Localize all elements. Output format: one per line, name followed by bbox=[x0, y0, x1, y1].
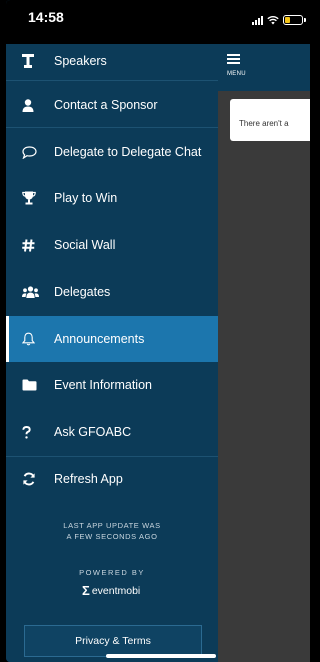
battery-icon bbox=[283, 15, 306, 25]
menu-divider bbox=[6, 80, 218, 81]
chat-bubble-icon bbox=[22, 144, 46, 160]
sidebar-item-label: Delegates bbox=[54, 285, 111, 299]
speaker-podium-icon bbox=[22, 53, 46, 69]
person-icon bbox=[22, 97, 46, 113]
sidebar-item-announcements[interactable]: Announcements bbox=[6, 316, 218, 362]
status-icons bbox=[252, 13, 306, 25]
top-bar: MENU bbox=[218, 44, 310, 91]
menu-label: MENU bbox=[227, 71, 246, 77]
hashtag-icon bbox=[22, 237, 46, 253]
sidebar-item-delegate-chat[interactable]: Delegate to Delegate Chat bbox=[6, 129, 218, 175]
side-menu: Speakers Contact a Sponsor Delegate to D… bbox=[6, 44, 218, 662]
sidebar-item-label: Speakers bbox=[54, 54, 107, 68]
sigma-icon: Σ bbox=[82, 583, 90, 598]
group-icon bbox=[22, 284, 46, 300]
status-time: 14:58 bbox=[28, 9, 64, 25]
sidebar-item-contact-sponsor[interactable]: Contact a Sponsor bbox=[6, 82, 218, 128]
refresh-icon bbox=[22, 471, 46, 487]
cellular-signal-icon bbox=[252, 15, 263, 25]
sidebar-item-play-to-win[interactable]: Play to Win bbox=[6, 175, 218, 221]
brand-name: eventmobi bbox=[91, 584, 141, 597]
sidebar-item-speakers[interactable]: Speakers bbox=[6, 38, 218, 84]
trophy-icon bbox=[22, 190, 46, 206]
menu-button[interactable]: MENU bbox=[227, 52, 257, 84]
sidebar-item-social-wall[interactable]: Social Wall bbox=[6, 222, 218, 268]
sidebar-item-refresh-app[interactable]: Refresh App bbox=[6, 456, 218, 502]
bell-icon bbox=[22, 331, 46, 347]
sidebar-item-label: Contact a Sponsor bbox=[54, 98, 158, 112]
sidebar-item-label: Social Wall bbox=[54, 238, 116, 252]
sidebar-item-delegates[interactable]: Delegates bbox=[6, 269, 218, 315]
hamburger-icon bbox=[227, 54, 240, 64]
sidebar-item-label: Ask GFOABC bbox=[54, 425, 132, 439]
question-icon bbox=[22, 424, 46, 440]
sidebar-item-ask-gfoabc[interactable]: Ask GFOABC bbox=[6, 409, 218, 455]
wifi-icon bbox=[267, 15, 279, 25]
powered-by-label: POWERED BY bbox=[79, 568, 145, 577]
last-update-text: LAST APP UPDATE WAS A FEW SECONDS AGO bbox=[63, 521, 161, 541]
sidebar-item-label: Announcements bbox=[54, 332, 145, 346]
empty-state-message: There aren't a bbox=[239, 119, 289, 128]
sidebar-item-label: Play to Win bbox=[54, 191, 118, 205]
sidebar-item-label: Delegate to Delegate Chat bbox=[54, 145, 202, 159]
sidebar-item-event-information[interactable]: Event Information bbox=[6, 362, 218, 408]
empty-state-card: There aren't a bbox=[230, 99, 310, 141]
privacy-terms-button[interactable]: Privacy & Terms bbox=[24, 625, 202, 657]
eventmobi-logo: Σ eventmobi bbox=[82, 584, 140, 597]
app-screen: 14:58 Speakers Contact a Sponsor Delegat… bbox=[6, 0, 310, 662]
menu-divider bbox=[6, 127, 218, 128]
folder-icon bbox=[22, 377, 46, 393]
home-indicator bbox=[106, 654, 216, 658]
main-content: MENU There aren't a bbox=[218, 44, 310, 662]
sidebar-item-label: Refresh App bbox=[54, 472, 123, 486]
sidebar-item-label: Event Information bbox=[54, 378, 152, 392]
